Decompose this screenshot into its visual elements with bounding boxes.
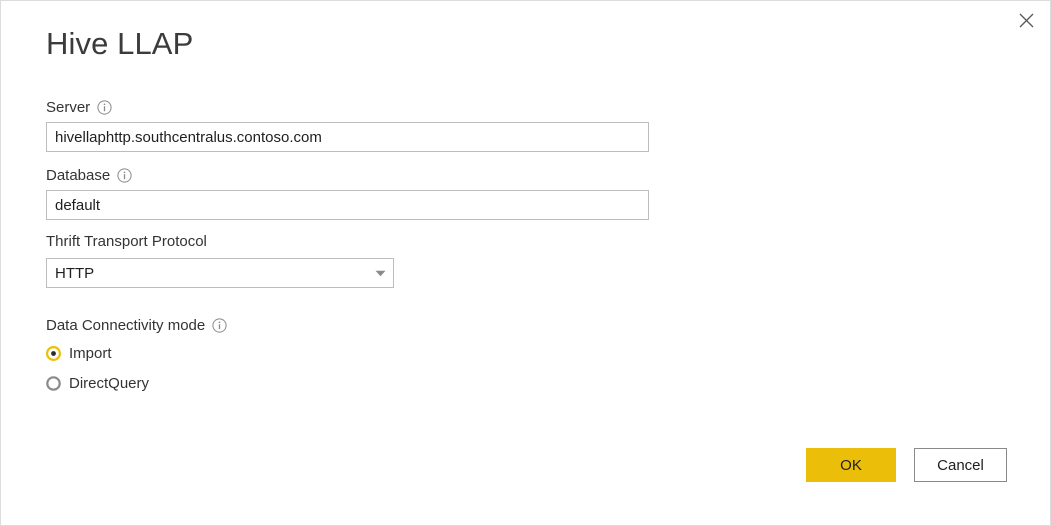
- ok-button[interactable]: OK: [806, 448, 896, 482]
- thrift-transport-protocol-value: HTTP: [55, 264, 95, 282]
- server-label: Server: [46, 100, 112, 115]
- radio-directquery-label: DirectQuery: [69, 375, 150, 392]
- data-connectivity-mode-label: Data Connectivity mode: [46, 318, 227, 333]
- thrift-transport-protocol-label: Thrift Transport Protocol: [46, 234, 214, 249]
- radio-import[interactable]: Import: [46, 346, 112, 361]
- database-label-text: Database: [46, 167, 111, 184]
- close-button[interactable]: [1004, 2, 1049, 38]
- radio-unselected-icon: [46, 376, 61, 391]
- radio-import-label: Import: [69, 345, 112, 362]
- hive-llap-connection-dialog: Hive LLAP Server Database Thrift Transpo…: [0, 0, 1051, 526]
- info-icon[interactable]: [97, 100, 112, 115]
- database-input[interactable]: [46, 190, 649, 220]
- chevron-down-icon[interactable]: [367, 270, 393, 277]
- radio-directquery[interactable]: DirectQuery: [46, 376, 149, 391]
- data-connectivity-mode-label-text: Data Connectivity mode: [46, 317, 206, 334]
- radio-selected-icon: [46, 346, 61, 361]
- database-label: Database: [46, 168, 132, 183]
- thrift-transport-protocol-label-text: Thrift Transport Protocol: [46, 233, 207, 250]
- server-input[interactable]: [46, 122, 649, 152]
- cancel-button[interactable]: Cancel: [914, 448, 1007, 482]
- close-icon: [1019, 13, 1034, 28]
- page-title: Hive LLAP: [46, 26, 194, 61]
- info-icon[interactable]: [117, 168, 132, 183]
- info-icon[interactable]: [212, 318, 227, 333]
- server-label-text: Server: [46, 99, 91, 116]
- thrift-transport-protocol-select[interactable]: HTTP: [46, 258, 394, 288]
